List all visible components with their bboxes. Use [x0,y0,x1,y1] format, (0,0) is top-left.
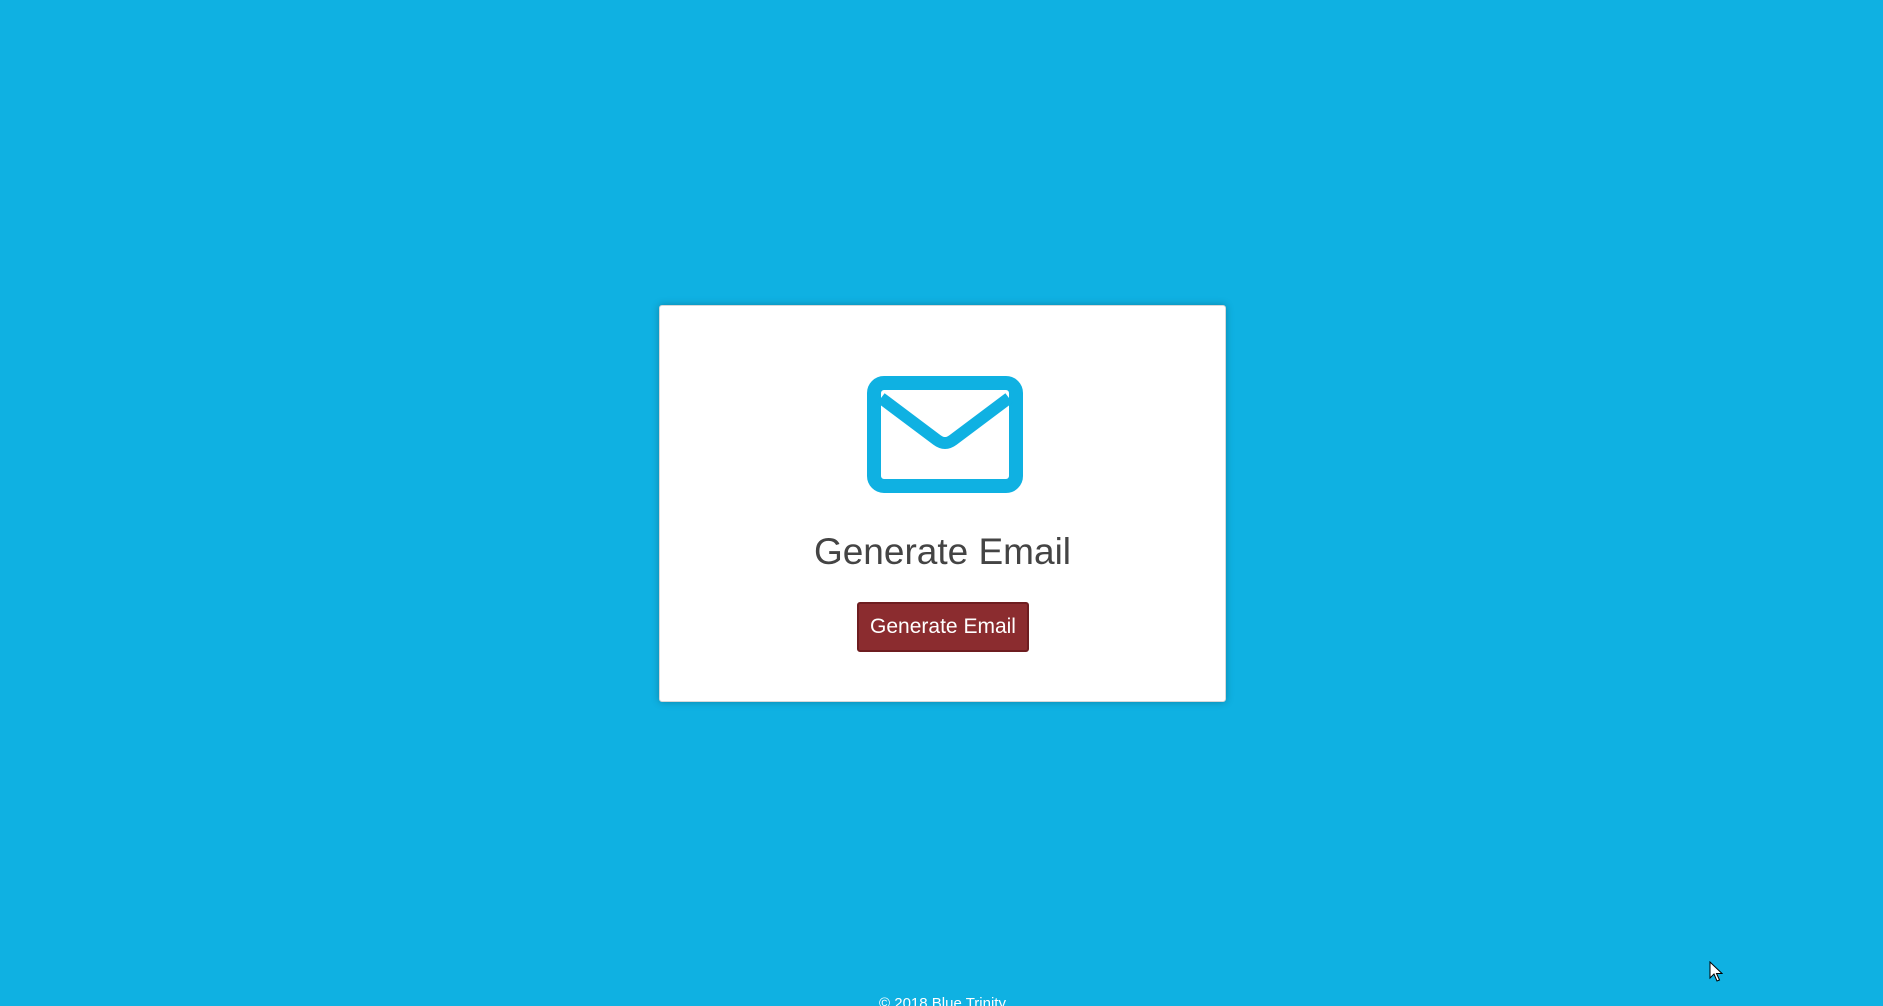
page: Generate Email Generate Email © 2018 Blu… [0,0,1883,1006]
footer-copyright: © 2018 Blue Trinity [879,995,1006,1006]
generate-email-button[interactable]: Generate Email [857,602,1029,652]
envelope-icon [867,376,1023,493]
mouse-cursor-icon [1709,960,1724,983]
generate-email-card: Generate Email Generate Email [659,305,1226,702]
card-title: Generate Email [813,531,1072,572]
